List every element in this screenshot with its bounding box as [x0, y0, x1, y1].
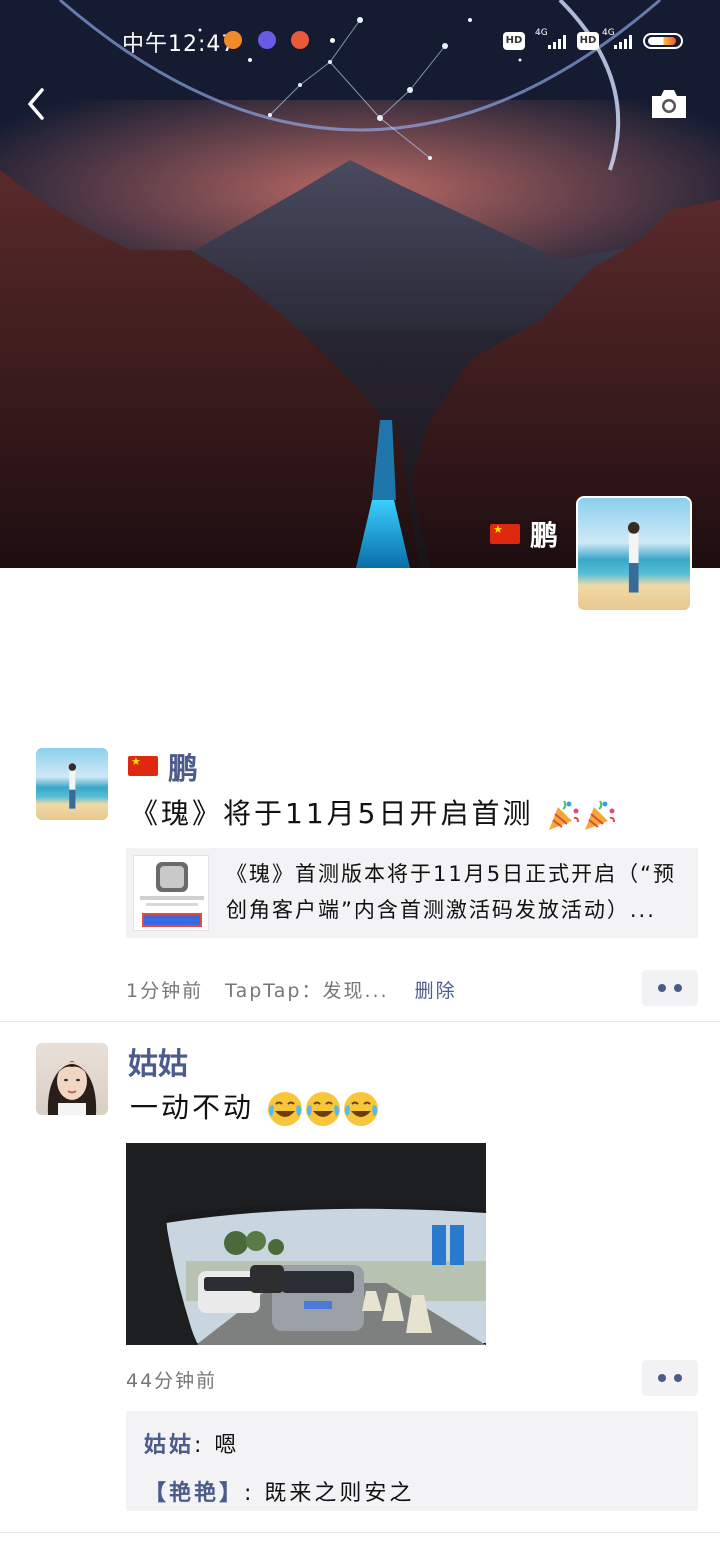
- post-meta: 1分钟前 TapTap：发现... 删除: [126, 976, 457, 1003]
- post-time: 1分钟前: [126, 980, 204, 1002]
- post-author-name[interactable]: 鹏: [168, 744, 198, 788]
- notification-app-icon: [224, 31, 242, 49]
- link-summary-line: 《瑰》首测版本将于11月5日正式开启（“预: [226, 862, 676, 886]
- status-bar: 中午12:47 HD 4G HD 4G: [0, 0, 720, 80]
- shared-link-card[interactable]: 《瑰》首测版本将于11月5日正式开启（“预 创角客户端”内含首测激活码发放活动）…: [126, 848, 698, 938]
- notification-app-icon: [258, 31, 276, 49]
- dot-icon: [674, 984, 682, 992]
- dot-icon: [658, 1374, 666, 1382]
- notification-dot-icon: [330, 38, 335, 43]
- post-text: 《瑰》将于11月5日开启首测: [130, 792, 617, 833]
- crying-laughing-icon: [305, 1092, 340, 1126]
- status-time: 中午12:47: [122, 32, 237, 57]
- post-author-name[interactable]: 姑姑: [128, 1039, 188, 1083]
- comment[interactable]: 姑姑: 嗯: [144, 1427, 239, 1459]
- network-type: 4G: [602, 28, 615, 38]
- hd-badge: HD: [503, 32, 525, 50]
- comment-author[interactable]: 姑姑: [144, 1433, 194, 1458]
- post-meta: 44分钟前: [126, 1366, 217, 1393]
- crying-laughing-icon: [267, 1092, 302, 1126]
- china-flag-icon: [490, 524, 520, 544]
- app-logo-icon: [140, 862, 204, 927]
- post-avatar[interactable]: [36, 748, 108, 820]
- avatar-figure: [628, 522, 640, 593]
- comment-separator: :: [244, 1481, 265, 1506]
- back-chevron-icon[interactable]: [20, 82, 60, 126]
- more-actions-button[interactable]: [642, 970, 698, 1006]
- more-actions-button[interactable]: [642, 1360, 698, 1396]
- post-source[interactable]: TapTap：发现...: [225, 980, 388, 1002]
- post-divider: [0, 1021, 720, 1022]
- post-author[interactable]: 姑姑: [128, 1043, 188, 1082]
- dot-icon: [674, 1374, 682, 1382]
- link-thumbnail: [133, 855, 209, 931]
- post-divider: [0, 1532, 720, 1533]
- traffic-photo: [126, 1143, 486, 1345]
- post-text: 一动不动: [130, 1086, 380, 1128]
- comment-text: 既来之则安之: [264, 1481, 415, 1506]
- cover-landscape: [0, 0, 720, 568]
- post-author[interactable]: 鹏: [128, 748, 198, 787]
- hd-badge: HD: [577, 32, 599, 50]
- comment[interactable]: 【艳艳】: 既来之则安之: [144, 1475, 414, 1507]
- camera-icon[interactable]: [648, 86, 690, 122]
- crying-laughing-icon: [343, 1092, 378, 1126]
- notification-app-icon: [291, 31, 309, 49]
- link-summary: 《瑰》首测版本将于11月5日正式开启（“预 创角客户端”内含首测激活码发放活动）…: [226, 856, 691, 930]
- post-avatar[interactable]: [36, 1043, 108, 1115]
- post-time: 44分钟前: [126, 1370, 218, 1392]
- network-type: 4G: [535, 28, 548, 38]
- delete-link[interactable]: 删除: [415, 980, 457, 1002]
- signal-icon: [548, 35, 566, 49]
- profile-avatar[interactable]: [576, 496, 692, 612]
- avatar-portrait: [47, 1061, 97, 1115]
- comments-box: 姑姑: 嗯 【艳艳】: 既来之则安之: [126, 1411, 698, 1511]
- china-flag-icon: [128, 756, 158, 776]
- comment-separator: :: [194, 1433, 215, 1458]
- profile-name: 鹏: [490, 516, 558, 552]
- post-text-content: 《瑰》将于11月5日开启首测: [130, 797, 534, 830]
- avatar-figure: [68, 763, 76, 810]
- dot-icon: [658, 984, 666, 992]
- party-popper-icon: [549, 800, 580, 830]
- link-summary-line: 创角客户端”内含首测激活码发放活动）...: [226, 898, 656, 922]
- profile-name-text: 鹏: [530, 519, 559, 552]
- comment-text: 嗯: [214, 1433, 240, 1458]
- comment-author[interactable]: 【艳艳】: [144, 1481, 244, 1506]
- battery-icon: [643, 33, 683, 49]
- cover-image[interactable]: 中午12:47 HD 4G HD 4G: [0, 0, 720, 568]
- post-photo[interactable]: [126, 1143, 486, 1345]
- post-text-content: 一动不动: [130, 1091, 255, 1124]
- party-popper-icon: [585, 800, 616, 830]
- signal-icon: [614, 35, 632, 49]
